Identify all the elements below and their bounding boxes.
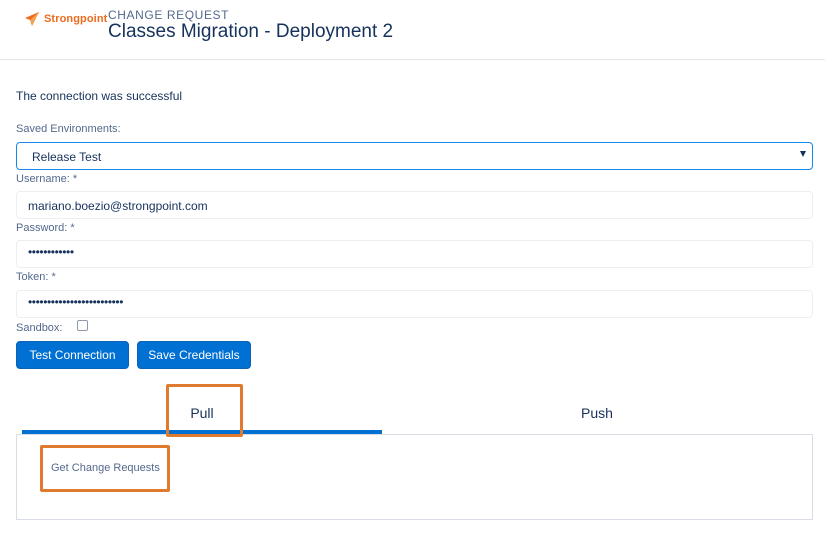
get-change-requests-link[interactable]: Get Change Requests	[51, 462, 160, 474]
chevron-down-icon	[800, 151, 806, 157]
username-field[interactable]: mariano.boezio@strongpoint.com	[16, 191, 813, 219]
password-label: Password: *	[16, 222, 75, 234]
username-value: mariano.boezio@strongpoint.com	[28, 199, 208, 213]
token-label: Token: *	[16, 271, 56, 283]
saved-environments-select[interactable]: Release Test	[16, 142, 813, 170]
save-credentials-button[interactable]: Save Credentials	[137, 341, 251, 369]
token-field[interactable]: •••••••••••••••••••••••••	[16, 290, 813, 318]
logo-text: Strongpoint	[44, 13, 108, 25]
strongpoint-logo-icon	[25, 12, 39, 26]
saved-environments-value: Release Test	[32, 150, 102, 164]
test-connection-button[interactable]: Test Connection	[16, 341, 129, 369]
username-label: Username: *	[16, 173, 78, 185]
sandbox-checkbox[interactable]	[77, 320, 88, 331]
tab-pull[interactable]: Pull	[22, 391, 382, 434]
tab-panel	[16, 434, 813, 520]
record-type-label: CHANGE REQUEST	[108, 8, 230, 22]
tab-push[interactable]: Push	[382, 391, 812, 434]
strongpoint-logo: Strongpoint	[24, 11, 107, 27]
page-title: Classes Migration - Deployment 2	[108, 21, 394, 42]
saved-environments-label: Saved Environments:	[16, 123, 121, 135]
password-value: ••••••••••••	[28, 245, 74, 259]
connection-status-message: The connection was successful	[16, 89, 183, 103]
password-field[interactable]: ••••••••••••	[16, 240, 813, 268]
page-header: Strongpoint CHANGE REQUEST Classes Migra…	[0, 0, 825, 60]
sandbox-label: Sandbox:	[16, 322, 63, 334]
token-value: •••••••••••••••••••••••••	[28, 295, 124, 309]
